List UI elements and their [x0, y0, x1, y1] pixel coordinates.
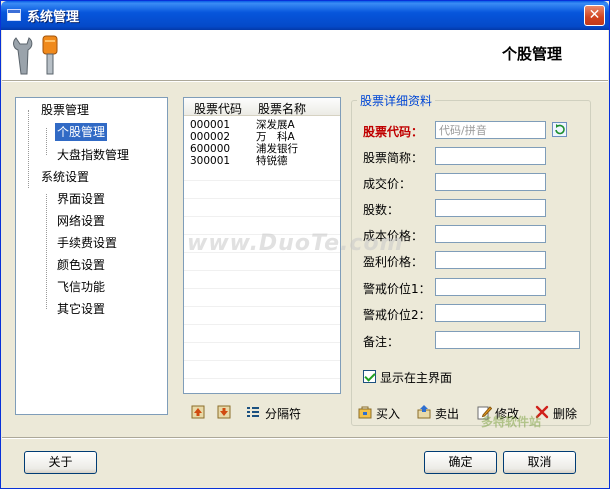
warn-price-2-label: 警戒价位2：: [363, 308, 431, 322]
tree-item-colors[interactable]: 颜色设置: [57, 256, 105, 274]
table-row[interactable]: 000002 万 科A: [184, 132, 340, 143]
cost-price-input[interactable]: [435, 225, 546, 243]
move-up-icon[interactable]: [191, 405, 205, 419]
tree-line: [28, 110, 29, 188]
shares-label: 股数：: [363, 203, 400, 217]
table-row[interactable]: 300001 特锐德: [184, 156, 340, 167]
tools-icon: [13, 35, 58, 75]
grid-line: [184, 270, 340, 271]
move-down-icon[interactable]: [217, 405, 231, 419]
system-management-window: 系统管理 ✕ 个股管理 股票管理 个股管理 大盘指数管理 系统设置 界面设置 网…: [0, 0, 610, 489]
list-header: 股票代码 股票名称: [184, 98, 340, 116]
corner-watermark: 多特软件站: [481, 415, 542, 429]
note-input[interactable]: [435, 331, 580, 349]
note-label: 备注：: [363, 335, 400, 349]
table-row[interactable]: 000001 深发展A: [184, 120, 340, 131]
tree-item-fees[interactable]: 手续费设置: [57, 234, 117, 252]
tree-item-system-settings[interactable]: 系统设置: [41, 168, 89, 186]
stock-code: 300001: [190, 155, 231, 167]
title-bar[interactable]: 系统管理 ✕: [1, 1, 609, 30]
tree-item-single-stock[interactable]: 个股管理: [55, 123, 108, 141]
tree-item-stock-management[interactable]: 股票管理: [41, 101, 89, 119]
tree-item-fetion[interactable]: 飞信功能: [57, 278, 105, 296]
trade-price-label: 成交价：: [363, 177, 412, 191]
tree-line: [46, 128, 47, 155]
stock-code: 000001: [190, 119, 231, 131]
tree-item-index-management[interactable]: 大盘指数管理: [57, 146, 129, 164]
show-on-main-checkbox[interactable]: [363, 370, 376, 383]
warn-price-2-input[interactable]: [435, 304, 546, 322]
sell-label: 卖出: [435, 407, 460, 421]
stock-name: 浦发银行: [256, 143, 298, 155]
stock-abbr-label: 股票简称：: [363, 151, 424, 165]
close-button[interactable]: ✕: [584, 5, 605, 26]
grid-line: [184, 378, 340, 379]
warn-price-1-label: 警戒价位1：: [363, 282, 431, 296]
about-button[interactable]: 关于: [24, 451, 97, 474]
warn-price-1-input[interactable]: [435, 278, 546, 296]
refresh-icon[interactable]: [552, 122, 567, 137]
page-title: 个股管理: [501, 45, 562, 63]
grid-line: [184, 360, 340, 361]
stock-code-label: 股票代码：: [363, 125, 424, 139]
window-icon: [7, 9, 21, 21]
stock-name: 万 科A: [256, 131, 295, 143]
stock-code: 600000: [190, 143, 231, 155]
profit-price-input[interactable]: [435, 251, 546, 269]
show-on-main-label[interactable]: 显示在主界面: [380, 369, 452, 386]
grid-line: [184, 198, 340, 199]
stock-details-title: 股票详细资料: [357, 92, 436, 109]
delete-label: 删除: [553, 407, 578, 421]
grid-line: [184, 342, 340, 343]
sell-icon: [417, 405, 431, 419]
footer-divider: [2, 437, 608, 439]
grid-line: [184, 306, 340, 307]
stock-name: 特锐德: [256, 155, 288, 167]
column-header-name[interactable]: 股票名称: [258, 100, 306, 117]
stock-abbr-input[interactable]: [435, 147, 546, 165]
grid-line: [184, 180, 340, 181]
shares-input[interactable]: [435, 199, 546, 217]
header-banner: 个股管理: [2, 30, 608, 80]
grid-line: [184, 216, 340, 217]
tree-item-other[interactable]: 其它设置: [57, 300, 105, 318]
cancel-button[interactable]: 取消: [503, 451, 576, 474]
column-header-code[interactable]: 股票代码: [194, 100, 242, 117]
stock-code: 000002: [190, 131, 231, 143]
separator-button-label[interactable]: 分隔符: [265, 405, 301, 422]
settings-tree[interactable]: 股票管理 个股管理 大盘指数管理 系统设置 界面设置 网络设置 手续费设置 颜色…: [15, 97, 168, 415]
grid-line: [184, 288, 340, 289]
watermark: www.DuoTe.com: [187, 231, 404, 256]
stock-code-input[interactable]: [435, 121, 546, 139]
separator-list-icon[interactable]: [246, 405, 260, 419]
stock-name: 深发展A: [256, 119, 295, 131]
ok-button[interactable]: 确定: [424, 451, 497, 474]
buy-icon: [358, 406, 372, 419]
header-divider: [2, 80, 608, 82]
tree-item-network[interactable]: 网络设置: [57, 212, 105, 230]
buy-label: 买入: [376, 407, 401, 421]
trade-price-input[interactable]: [435, 173, 546, 191]
grid-line: [184, 324, 340, 325]
tree-item-interface[interactable]: 界面设置: [57, 190, 105, 208]
tree-line: [46, 194, 47, 309]
table-row[interactable]: 600000 浦发银行: [184, 144, 340, 155]
window-title: 系统管理: [27, 10, 80, 25]
